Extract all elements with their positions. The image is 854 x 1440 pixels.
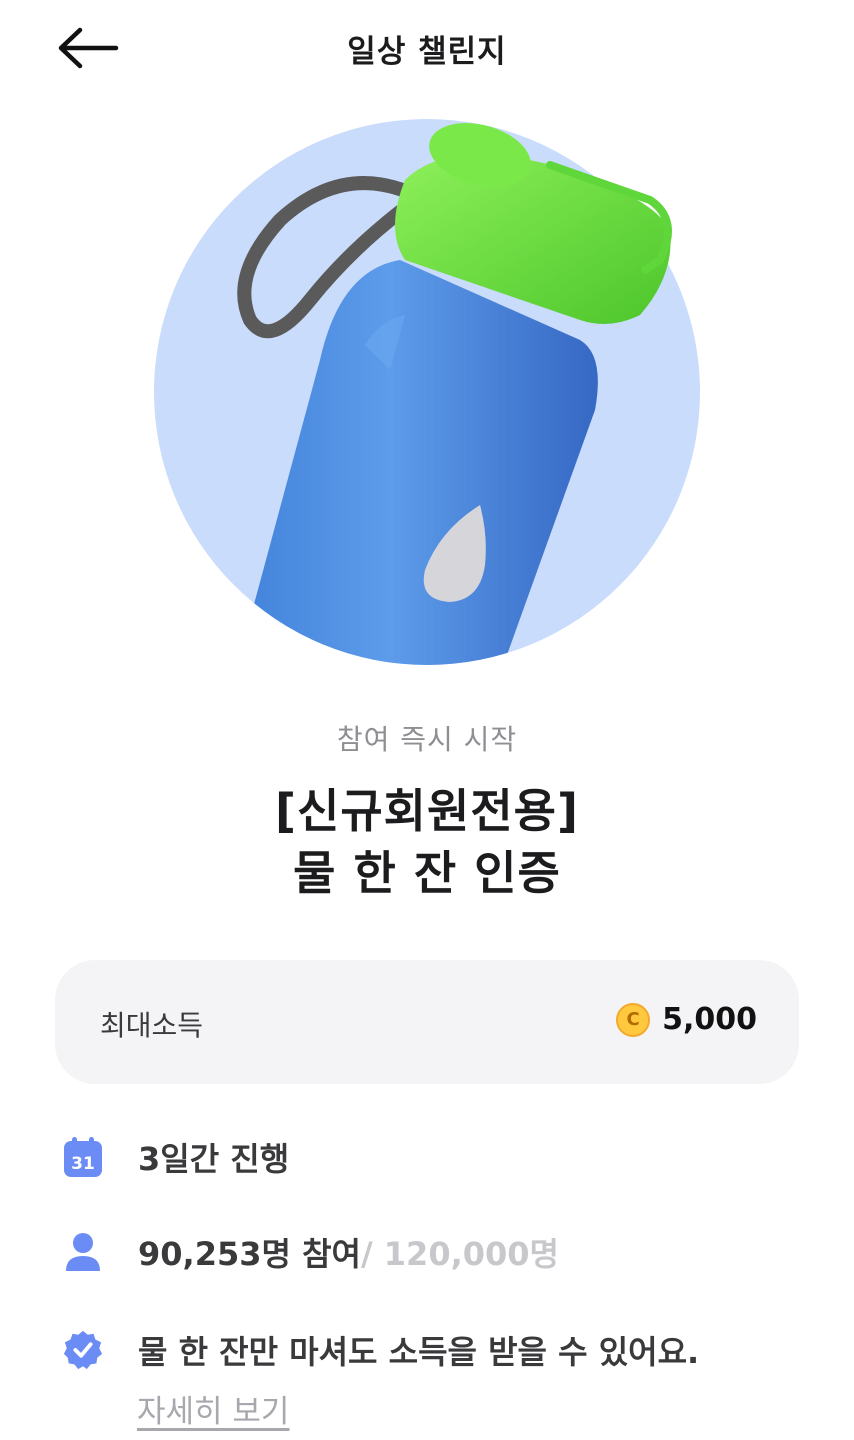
person-icon [62,1231,104,1273]
participants-row: 90,253명 참여/ 120,000명 [62,1229,559,1275]
water-bottle-illustration [150,110,725,670]
reward-value: 5,000 [662,1002,757,1037]
challenge-title: [신규회원전용] 물 한 잔 인증 [0,780,854,904]
description-text: 물 한 잔만 마셔도 소득을 받을 수 있어요. [138,1333,700,1371]
details-link[interactable]: 자세히 보기 [137,1386,289,1431]
challenge-detail-page: 일상 챌린지 참여 즉시 시작 [신규회원전용] 물 한 잔 인증 최대소득 C… [0,0,854,1440]
calendar-day: 31 [71,1154,95,1174]
header: 일상 챌린지 [0,0,854,96]
challenge-title-line2: 물 한 잔 인증 [293,846,561,900]
calendar-icon: 31 [62,1136,104,1178]
duration-row: 31 3일간 진행 [62,1134,289,1180]
coin-icon: C [616,1002,651,1037]
duration-text: 3일간 진행 [138,1140,290,1178]
participant-count: 90,253명 참여 [138,1235,361,1273]
reward-amount: C 5,000 [616,1002,757,1037]
participant-max: / 120,000명 [360,1235,559,1273]
challenge-title-line1: [신규회원전용] [275,784,579,838]
reward-card: 최대소득 C 5,000 [55,960,799,1084]
page-title: 일상 챌린지 [347,34,507,70]
challenge-subtitle: 참여 즉시 시작 [336,723,518,756]
reward-label: 최대소득 [100,1009,204,1042]
description-row: 물 한 잔만 마셔도 소득을 받을 수 있어요. [62,1327,699,1373]
verified-badge-icon [62,1329,104,1371]
